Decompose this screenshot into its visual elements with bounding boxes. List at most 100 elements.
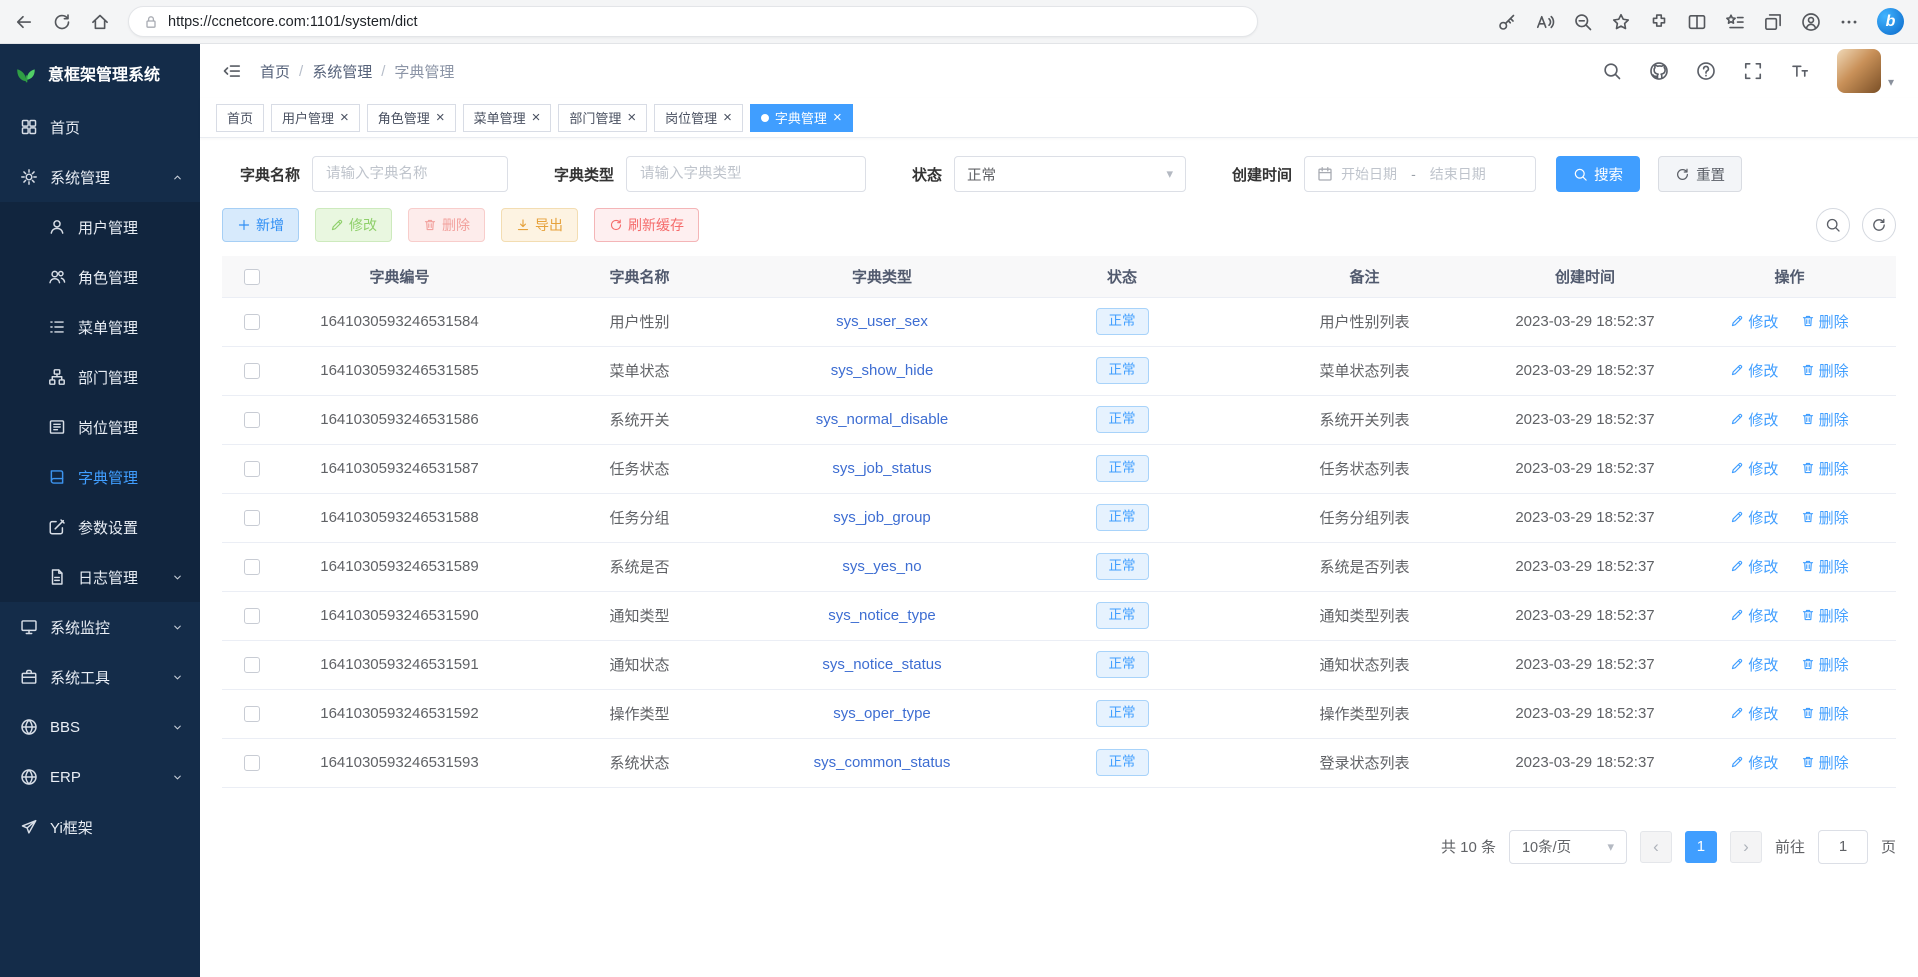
row-delete-link[interactable]: 删除 xyxy=(1801,605,1849,626)
row-delete-link[interactable]: 删除 xyxy=(1801,556,1849,577)
sidebar-item[interactable]: 角色管理 xyxy=(0,252,200,302)
row-delete-link[interactable]: 删除 xyxy=(1801,458,1849,479)
row-delete-link[interactable]: 删除 xyxy=(1801,703,1849,724)
dict-name-input[interactable] xyxy=(312,156,508,192)
row-delete-link[interactable]: 删除 xyxy=(1801,311,1849,332)
sidebar-item[interactable]: Yi框架 xyxy=(0,802,200,852)
row-edit-link[interactable]: 修改 xyxy=(1730,556,1778,577)
browser-menu-icon[interactable] xyxy=(1839,12,1859,32)
row-checkbox[interactable] xyxy=(244,461,260,477)
collections-icon[interactable] xyxy=(1763,12,1783,32)
row-checkbox[interactable] xyxy=(244,412,260,428)
row-edit-link[interactable]: 修改 xyxy=(1730,654,1778,675)
toggle-search-button[interactable] xyxy=(1816,208,1850,242)
sidebar-item[interactable]: 字典管理 xyxy=(0,452,200,502)
sidebar-item[interactable]: 菜单管理 xyxy=(0,302,200,352)
row-checkbox[interactable] xyxy=(244,363,260,379)
dict-type-link[interactable]: sys_notice_status xyxy=(822,656,941,673)
row-delete-link[interactable]: 删除 xyxy=(1801,409,1849,430)
sidebar-item[interactable]: 部门管理 xyxy=(0,352,200,402)
sidebar-item[interactable]: 系统监控 xyxy=(0,602,200,652)
delete-button[interactable]: 删除 xyxy=(408,208,485,242)
dict-type-link[interactable]: sys_user_sex xyxy=(836,313,928,330)
goto-page-input[interactable] xyxy=(1818,830,1868,864)
help-icon[interactable] xyxy=(1696,61,1716,81)
view-tab[interactable]: 菜单管理 × xyxy=(463,104,552,132)
dict-type-link[interactable]: sys_oper_type xyxy=(833,705,931,722)
next-page-button[interactable]: › xyxy=(1730,831,1762,863)
breadcrumb-item-system[interactable]: 系统管理 xyxy=(312,61,372,82)
view-tab[interactable]: 首页 xyxy=(216,104,264,132)
sidebar-toggle-icon[interactable] xyxy=(222,61,242,81)
fullscreen-icon[interactable] xyxy=(1743,61,1763,81)
reset-button[interactable]: 重置 xyxy=(1658,156,1742,192)
row-checkbox[interactable] xyxy=(244,608,260,624)
sidebar-item[interactable]: 用户管理 xyxy=(0,202,200,252)
sidebar-item[interactable]: 参数设置 xyxy=(0,502,200,552)
view-tab[interactable]: 岗位管理 × xyxy=(654,104,743,132)
row-edit-link[interactable]: 修改 xyxy=(1730,752,1778,773)
dict-type-input[interactable] xyxy=(626,156,866,192)
font-size-icon[interactable] xyxy=(1790,61,1810,81)
row-delete-link[interactable]: 删除 xyxy=(1801,654,1849,675)
row-checkbox[interactable] xyxy=(244,706,260,722)
row-checkbox[interactable] xyxy=(244,559,260,575)
close-icon[interactable]: × xyxy=(627,110,636,125)
dict-type-link[interactable]: sys_job_status xyxy=(832,460,931,477)
breadcrumb-item-home[interactable]: 首页 xyxy=(260,61,290,82)
row-checkbox[interactable] xyxy=(244,657,260,673)
search-button[interactable]: 搜索 xyxy=(1556,156,1640,192)
sidebar-item[interactable]: 日志管理 xyxy=(0,552,200,602)
export-button[interactable]: 导出 xyxy=(501,208,578,242)
row-edit-link[interactable]: 修改 xyxy=(1730,409,1778,430)
dict-type-link[interactable]: sys_normal_disable xyxy=(816,411,949,428)
row-edit-link[interactable]: 修改 xyxy=(1730,360,1778,381)
split-screen-icon[interactable] xyxy=(1687,12,1707,32)
row-checkbox[interactable] xyxy=(244,510,260,526)
row-delete-link[interactable]: 删除 xyxy=(1801,507,1849,528)
view-tab[interactable]: 用户管理 × xyxy=(271,104,360,132)
prev-page-button[interactable]: ‹ xyxy=(1640,831,1672,863)
browser-profile-icon[interactable] xyxy=(1801,12,1821,32)
row-checkbox[interactable] xyxy=(244,314,260,330)
github-icon[interactable] xyxy=(1649,61,1669,81)
date-range-picker[interactable]: 开始日期 - 结束日期 xyxy=(1304,156,1536,192)
close-icon[interactable]: × xyxy=(723,110,732,125)
page-size-select[interactable]: 10条/页 ▾ xyxy=(1509,830,1627,864)
status-select[interactable]: 正常 ▾ xyxy=(954,156,1186,192)
zoom-icon[interactable] xyxy=(1573,12,1593,32)
row-edit-link[interactable]: 修改 xyxy=(1730,605,1778,626)
sidebar-item[interactable]: 系统管理 xyxy=(0,152,200,202)
view-tab[interactable]: 部门管理 × xyxy=(558,104,647,132)
add-button[interactable]: 新增 xyxy=(222,208,299,242)
sidebar-item[interactable]: BBS xyxy=(0,702,200,752)
dict-type-link[interactable]: sys_show_hide xyxy=(831,362,934,379)
search-icon[interactable] xyxy=(1602,61,1622,81)
copilot-icon[interactable]: b xyxy=(1877,8,1904,35)
row-delete-link[interactable]: 删除 xyxy=(1801,752,1849,773)
sidebar-item[interactable]: ERP xyxy=(0,752,200,802)
dict-type-link[interactable]: sys_job_group xyxy=(833,509,931,526)
page-number-button[interactable]: 1 xyxy=(1685,831,1717,863)
row-edit-link[interactable]: 修改 xyxy=(1730,311,1778,332)
row-edit-link[interactable]: 修改 xyxy=(1730,458,1778,479)
sidebar-item[interactable]: 系统工具 xyxy=(0,652,200,702)
close-icon[interactable]: × xyxy=(436,110,445,125)
close-icon[interactable]: × xyxy=(340,110,349,125)
edit-button[interactable]: 修改 xyxy=(315,208,392,242)
close-icon[interactable]: × xyxy=(532,110,541,125)
dict-type-link[interactable]: sys_notice_type xyxy=(828,607,936,624)
address-bar[interactable]: https://ccnetcore.com:1101/system/dict xyxy=(128,6,1258,37)
select-all-checkbox[interactable] xyxy=(244,269,260,285)
browser-back-icon[interactable] xyxy=(14,12,34,32)
refresh-table-button[interactable] xyxy=(1862,208,1896,242)
favorites-bar-icon[interactable] xyxy=(1725,12,1745,32)
browser-refresh-icon[interactable] xyxy=(52,12,72,32)
extensions-icon[interactable] xyxy=(1649,12,1669,32)
user-avatar[interactable] xyxy=(1837,49,1881,93)
view-tab[interactable]: 角色管理 × xyxy=(367,104,456,132)
sidebar-item[interactable]: 岗位管理 xyxy=(0,402,200,452)
read-aloud-icon[interactable] xyxy=(1535,12,1555,32)
row-edit-link[interactable]: 修改 xyxy=(1730,703,1778,724)
view-tab[interactable]: 字典管理 × xyxy=(750,104,853,132)
